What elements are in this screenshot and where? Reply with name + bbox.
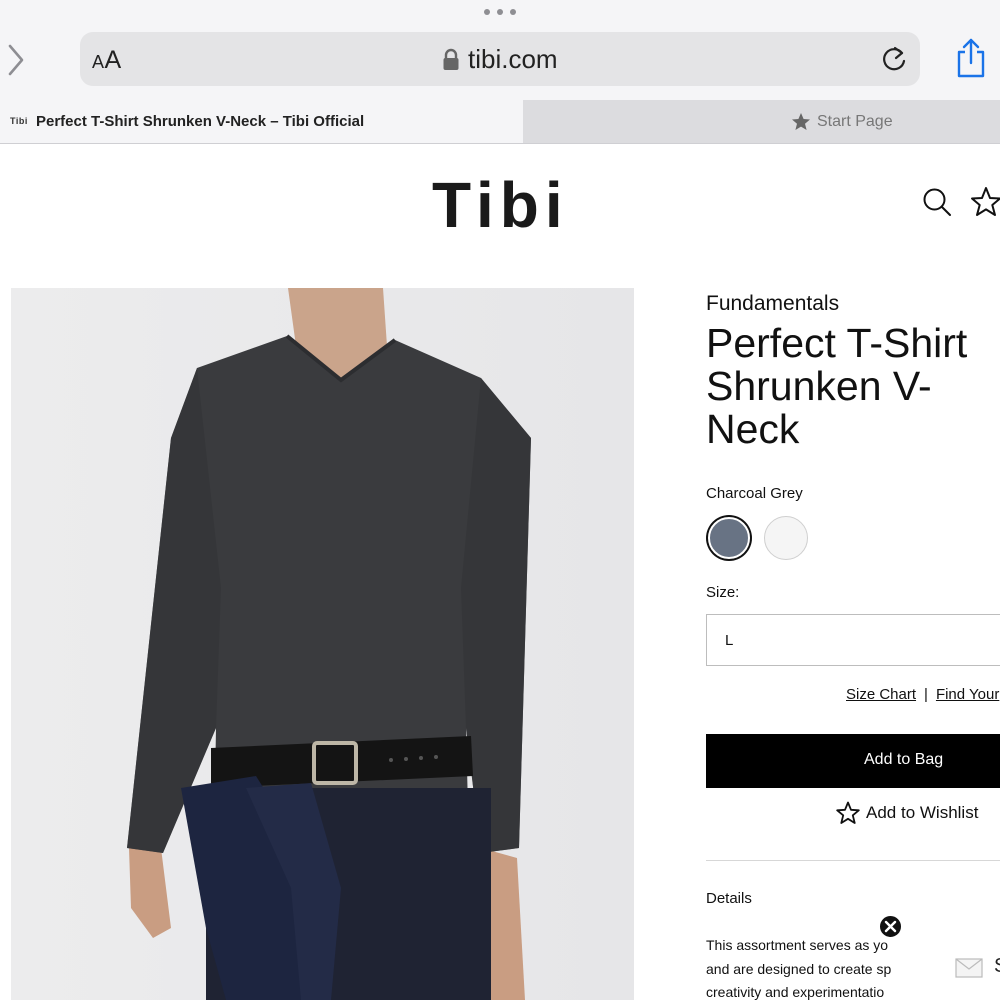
- description-line: and are designed to create sp: [706, 960, 892, 977]
- share-icon[interactable]: [954, 36, 988, 80]
- tab-product[interactable]: Tibi Perfect T-Shirt Shrunken V-Neck – T…: [0, 100, 522, 143]
- find-your-size-link[interactable]: Find Your: [936, 686, 999, 703]
- color-label: Charcoal Grey: [706, 485, 803, 502]
- browser-toolbar: AA tibi.com: [0, 0, 1000, 100]
- product-description: This assortment serves as yo and are des…: [706, 934, 900, 1000]
- close-icon: [884, 920, 897, 933]
- tibi-favicon-icon: Tibi: [10, 116, 28, 126]
- link-separator: |: [924, 686, 928, 703]
- mail-icon[interactable]: [955, 958, 983, 978]
- address-bar[interactable]: AA tibi.com: [80, 32, 920, 86]
- lock-icon: [443, 48, 459, 70]
- reader-view-button[interactable]: AA: [92, 46, 122, 75]
- size-label: Size:: [706, 584, 740, 601]
- details-heading[interactable]: Details: [706, 890, 752, 907]
- search-icon[interactable]: [922, 187, 952, 217]
- product-image[interactable]: [11, 288, 634, 1000]
- description-line: creativity and experimentatio: [706, 984, 885, 1000]
- swatch-white[interactable]: [764, 516, 808, 560]
- product-collection[interactable]: Fundamentals: [706, 292, 839, 316]
- product-title: Perfect T-Shirt Shrunken V-Neck: [706, 320, 968, 452]
- multitasking-dots-icon[interactable]: [484, 9, 516, 17]
- size-value: L: [725, 632, 734, 649]
- product-photo-illustration: [11, 288, 634, 1000]
- close-popup-button[interactable]: [878, 914, 903, 939]
- star-icon: [836, 801, 860, 824]
- tab-title: Perfect T-Shirt Shrunken V-Neck – Tibi O…: [36, 113, 365, 130]
- size-select[interactable]: L: [706, 614, 1000, 666]
- tab-start-page[interactable]: Start Page: [523, 100, 1000, 143]
- wishlist-star-icon[interactable]: [970, 186, 1000, 218]
- swatch-charcoal-grey[interactable]: [708, 517, 750, 559]
- add-to-bag-button[interactable]: Add to Bag: [706, 734, 1000, 788]
- tab-bar: Tibi Perfect T-Shirt Shrunken V-Neck – T…: [0, 100, 1000, 144]
- add-to-wishlist-label: Add to Wishlist: [866, 803, 979, 822]
- size-links: Size Chart | Find Your: [846, 686, 999, 703]
- reload-icon[interactable]: [880, 44, 908, 74]
- star-icon: [792, 113, 810, 130]
- add-to-bag-label: Add to Bag: [864, 751, 944, 768]
- section-divider: [706, 860, 1000, 861]
- description-line: This assortment serves as yo: [706, 937, 889, 953]
- url-display[interactable]: tibi.com: [442, 44, 558, 75]
- site-logo[interactable]: Tibi: [432, 168, 569, 242]
- newsletter-popup-label[interactable]: S: [994, 955, 1000, 978]
- add-to-wishlist-button[interactable]: Add to Wishlist: [836, 801, 978, 825]
- size-chart-link[interactable]: Size Chart: [846, 686, 916, 703]
- url-text: tibi.com: [468, 44, 558, 74]
- forward-icon[interactable]: [4, 40, 28, 80]
- tab-title: Start Page: [817, 113, 893, 130]
